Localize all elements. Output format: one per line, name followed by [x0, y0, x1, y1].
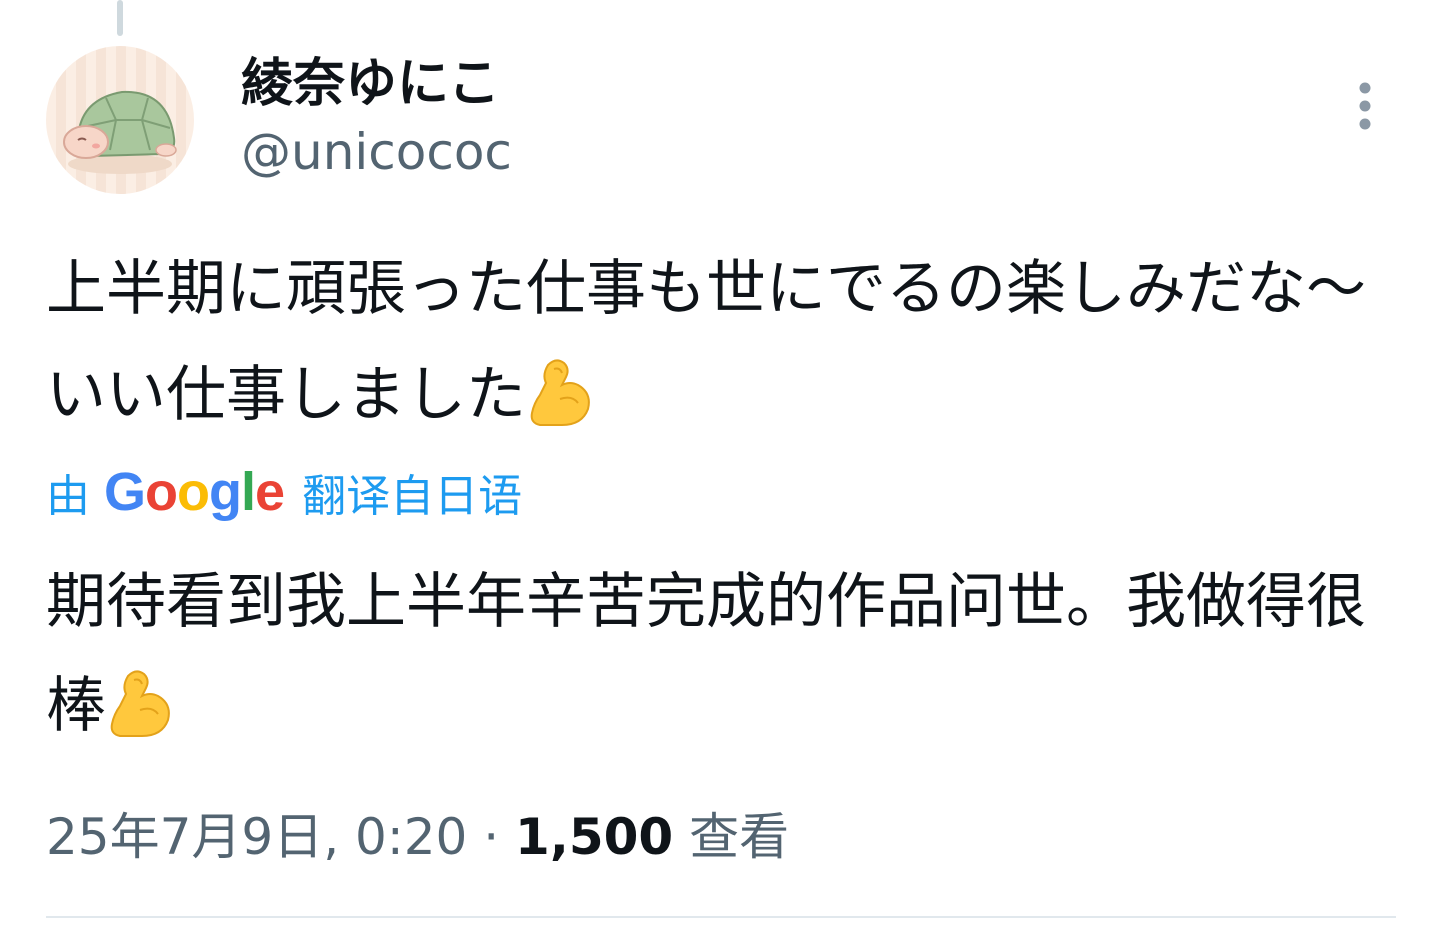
tweet-meta: 25年7月9日, 0:20 · 1,500 查看 — [46, 804, 789, 870]
translation-prefix: 由 — [46, 471, 90, 522]
views-count: 1,500 — [515, 808, 674, 866]
meta-separator: · — [483, 808, 500, 866]
views-label: 查看 — [689, 808, 790, 866]
more-vertical-icon — [1359, 82, 1371, 130]
author-display-name[interactable]: 綾奈ゆにこ — [241, 54, 500, 114]
flexed-biceps-icon — [526, 355, 596, 429]
avatar[interactable] — [46, 46, 194, 194]
google-logo: Google — [104, 462, 285, 522]
tweet-timestamp[interactable]: 25年7月9日, 0:20 — [46, 808, 467, 866]
translated-text: 期待看到我上半年辛苦完成的作品问世。我做得很棒 — [46, 550, 1406, 758]
thread-connector-line — [117, 0, 123, 36]
divider — [46, 916, 1396, 918]
tweet-text-body: 上半期に頑張った仕事も世にでるの楽しみだな〜いい仕事しました — [46, 254, 1366, 430]
turtle-avatar-icon — [63, 90, 177, 174]
translation-source-label: 翻译自日语 — [302, 471, 523, 522]
tweet-text: 上半期に頑張った仕事も世にでるの楽しみだな〜いい仕事しました — [46, 236, 1406, 448]
more-options-button[interactable] — [1344, 80, 1386, 132]
translation-attribution[interactable]: 由 Google 翻译自日语 — [46, 462, 522, 522]
translated-text-body: 期待看到我上半年辛苦完成的作品问世。我做得很棒 — [46, 567, 1366, 741]
flexed-biceps-icon — [106, 666, 176, 740]
author-handle[interactable]: @unicococ — [241, 122, 512, 182]
